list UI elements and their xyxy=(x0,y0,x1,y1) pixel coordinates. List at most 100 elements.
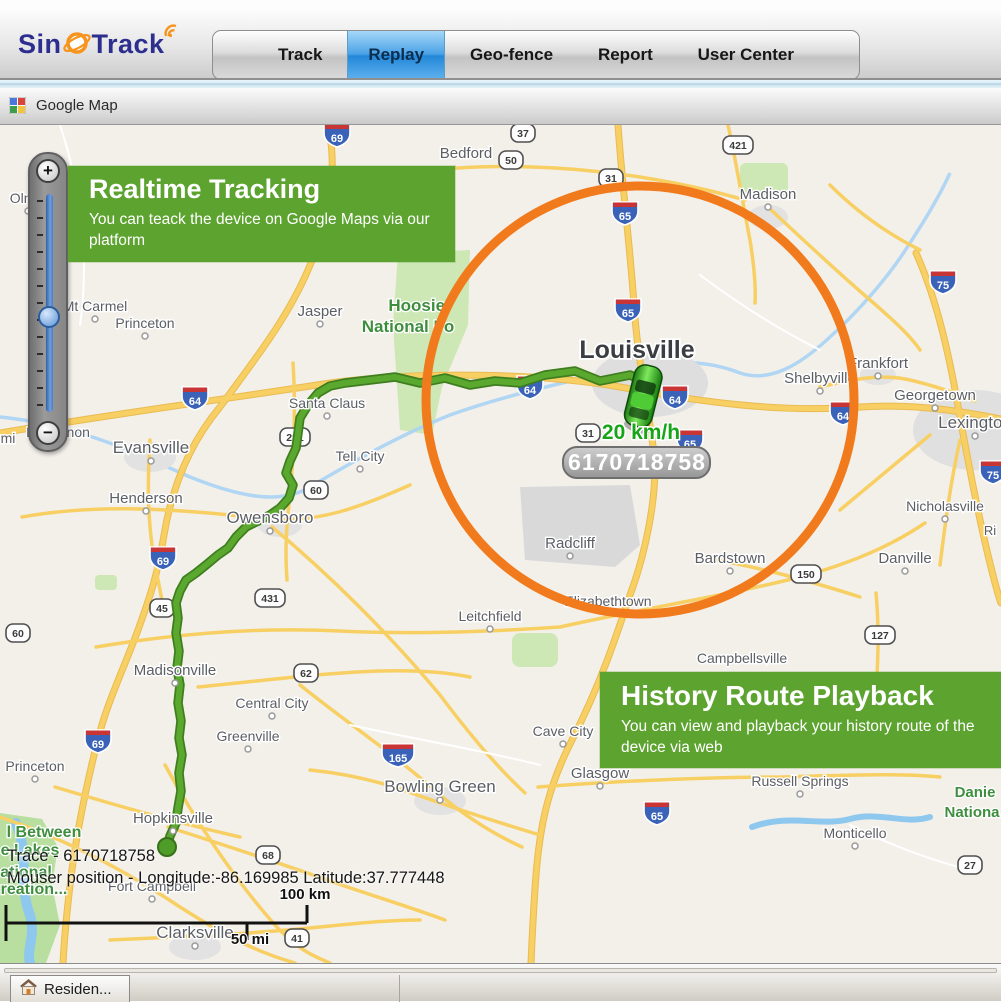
map-label-bardstown: Bardstown xyxy=(695,550,766,567)
map-dot-bowling-green xyxy=(437,797,443,803)
map-label-ri: Ri xyxy=(984,523,996,538)
us-route-shield-60: 60 xyxy=(304,481,328,499)
google-map-icon xyxy=(9,97,26,119)
speed-label: 20 km/h xyxy=(602,421,680,444)
map-dot-jasper xyxy=(317,321,323,327)
resident-tab[interactable]: Residen... xyxy=(10,975,130,1002)
history-playback-banner: History Route Playback You can view and … xyxy=(600,672,1001,768)
svg-text:431: 431 xyxy=(261,593,279,605)
scale-mi-label: 50 mi xyxy=(231,931,269,948)
wifi-signal-icon xyxy=(163,23,181,43)
svg-text:69: 69 xyxy=(157,556,169,568)
map-zoom-slider[interactable]: + − xyxy=(28,152,68,452)
svg-text:41: 41 xyxy=(291,933,303,945)
map-dot-glasgow xyxy=(597,783,603,789)
map-label-jasper: Jasper xyxy=(297,303,342,320)
svg-text:64: 64 xyxy=(837,411,850,423)
map-label-mt-carmel: Mt Carmel xyxy=(63,298,128,314)
map-dot-central-city xyxy=(269,713,275,719)
map-dot-madison xyxy=(765,204,771,210)
us-route-shield-68: 68 xyxy=(256,846,280,864)
zoom-slider-handle[interactable] xyxy=(38,306,60,328)
svg-text:65: 65 xyxy=(619,211,631,223)
svg-text:65: 65 xyxy=(651,811,663,823)
map-area[interactable]: 6965656464646564757569691656537503142123… xyxy=(0,125,1001,963)
interstate-shield-69: 69 xyxy=(85,730,111,753)
map-dot-greenville xyxy=(245,746,251,752)
top-strip xyxy=(0,0,1001,10)
map-dot-owensboro xyxy=(267,528,273,534)
svg-text:69: 69 xyxy=(331,133,343,145)
map-label-owensboro: Owensboro xyxy=(227,508,314,527)
map-label-hopkinsville: Hopkinsville xyxy=(133,810,213,827)
us-route-shield-421: 421 xyxy=(723,136,753,154)
svg-text:60: 60 xyxy=(12,628,24,640)
bottom-status-bar: Residen... xyxy=(0,963,1001,1001)
logo-text-track: Track xyxy=(92,29,165,60)
svg-text:37: 37 xyxy=(517,128,529,140)
nav-tab-track[interactable]: Track xyxy=(258,31,342,79)
map-label-radcliff: Radcliff xyxy=(545,535,596,552)
svg-text:64: 64 xyxy=(189,396,202,408)
bottom-bar-groove xyxy=(4,968,997,973)
google-map-bar: Google Map xyxy=(0,88,1001,125)
nav-tab-geo-fence[interactable]: Geo-fence xyxy=(450,31,573,79)
zoom-out-button[interactable]: − xyxy=(36,421,60,445)
us-route-shield-127: 127 xyxy=(865,626,895,644)
map-dot-fort-campbell xyxy=(149,896,155,902)
svg-text:165: 165 xyxy=(389,753,407,765)
svg-text:45: 45 xyxy=(156,603,168,615)
zoom-slider-track[interactable] xyxy=(46,194,53,412)
map-label-santa-claus: Santa Claus xyxy=(289,395,365,411)
main-nav: Track Replay Geo-fence Report User Cente… xyxy=(212,30,860,80)
map-region-label-nationa: Nationa xyxy=(944,804,1000,821)
svg-text:68: 68 xyxy=(262,850,274,862)
map-dot-henderson xyxy=(143,508,149,514)
map-dot-georgetown xyxy=(932,405,938,411)
nav-tab-user-center[interactable]: User Center xyxy=(678,31,814,79)
nav-tab-replay[interactable]: Replay xyxy=(347,31,445,79)
header-separator xyxy=(0,78,1001,88)
sinotrack-logo: Sin Track xyxy=(18,24,181,64)
us-route-shield-45: 45 xyxy=(150,599,174,617)
app-header: Sin Track Track Replay Geo-fence Report … xyxy=(0,10,1001,78)
map-label-monticello: Monticello xyxy=(823,825,886,841)
map-label-bowling-green: Bowling Green xyxy=(384,777,496,796)
svg-text:64: 64 xyxy=(669,395,682,407)
device-id-pill[interactable]: 6170718758 xyxy=(563,447,710,478)
svg-text:50: 50 xyxy=(505,155,517,167)
map-label-bedford: Bedford xyxy=(440,145,493,162)
history-banner-subtitle: You can view and playback your history r… xyxy=(600,714,1001,758)
logo-globe-icon xyxy=(63,25,91,64)
svg-text:69: 69 xyxy=(92,739,104,751)
svg-text:27: 27 xyxy=(964,860,976,872)
logo-text-sin: Sin xyxy=(18,29,62,60)
map-label-evansville: Evansville xyxy=(113,438,190,457)
svg-text:421: 421 xyxy=(729,140,747,152)
map-label-russell-springs: Russell Springs xyxy=(751,773,848,789)
map-dot-frankfort xyxy=(875,373,881,379)
realtime-tracking-banner: Realtime Tracking You can teack the devi… xyxy=(68,166,455,262)
interstate-shield-65: 65 xyxy=(612,202,638,225)
bottom-bar-divider xyxy=(399,975,400,1002)
map-dot-princeton xyxy=(142,333,148,339)
map-label-frankfort: Frankfort xyxy=(848,355,909,372)
interstate-shield-65: 65 xyxy=(644,802,670,825)
svg-text:60: 60 xyxy=(310,485,322,497)
house-icon xyxy=(20,979,37,1000)
resident-tab-label: Residen... xyxy=(44,981,112,998)
nav-tab-report[interactable]: Report xyxy=(578,31,673,79)
us-route-shield-27: 27 xyxy=(958,856,982,874)
map-label-nicholasville: Nicholasville xyxy=(906,498,984,514)
zoom-in-button[interactable]: + xyxy=(36,159,60,183)
map-label-princeton: Princeton xyxy=(5,758,64,774)
map-region-label-danie: Danie xyxy=(955,784,996,801)
map-label-louisville: Louisville xyxy=(579,336,694,364)
map-label-tell-city: Tell City xyxy=(335,448,384,464)
map-label-princeton: Princeton xyxy=(115,315,174,331)
route-end-marker xyxy=(158,838,176,856)
map-label-madison: Madison xyxy=(740,186,797,203)
svg-text:62: 62 xyxy=(300,668,312,680)
us-route-shield-41: 41 xyxy=(285,929,309,947)
scale-km-label: 100 km xyxy=(280,886,331,903)
